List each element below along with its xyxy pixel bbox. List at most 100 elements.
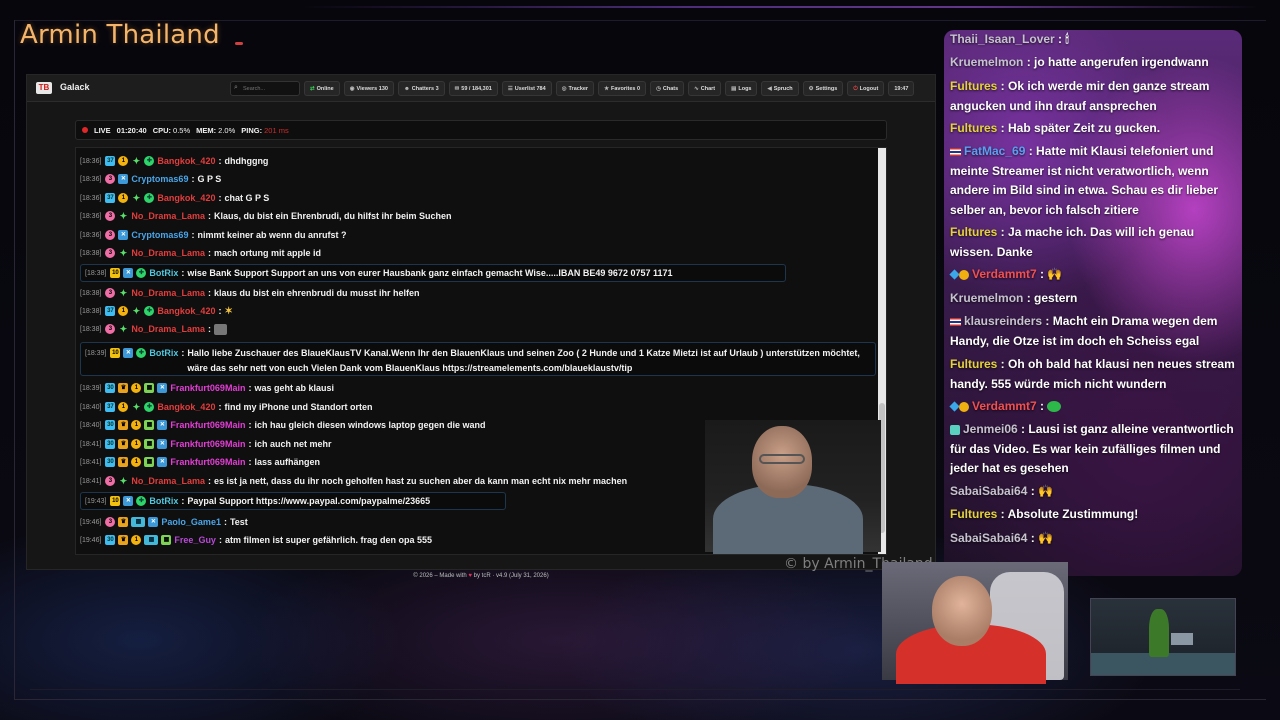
live-dot-icon (82, 127, 88, 133)
coin-icon (959, 401, 969, 412)
gift-badge-icon: ▦ (144, 383, 155, 393)
chat-message: [18:41] 30 ♛ 1 ▦ ✕ Frankfurt069Main: lass au… (80, 457, 320, 467)
timestamp: [18:38] (80, 307, 102, 315)
footer-text: by tcR · v4.9 (July 31, 2026) (473, 573, 549, 579)
overlay-username: Fultures (950, 225, 998, 239)
chat-text: lass aufhängen (254, 457, 320, 467)
chat-text: wise Bank Support Support an uns von eur… (187, 268, 673, 278)
brand-name[interactable]: Galack (60, 82, 90, 92)
tool-badge-icon: ✕ (118, 230, 129, 240)
timestamp: [18:36] (80, 175, 102, 183)
tool-badge-icon: ✕ (157, 439, 168, 449)
chat-message: [18:40] 30 ♛ 1 ▦ ✕ Frankfurt069Main: ich hau… (80, 420, 486, 430)
nav-chart[interactable]: ∿ Chart (688, 81, 722, 96)
nav-userlist[interactable]: ☰ Userlist 784 (501, 81, 552, 96)
nav-chatters[interactable]: ☻ Chatters 3 (397, 81, 445, 96)
brand-logo[interactable]: TB (36, 82, 52, 94)
timestamp: [18:38] (85, 269, 107, 277)
chat-username[interactable]: Bangkok_420 (157, 156, 215, 166)
tool-badge-icon: ✕ (157, 383, 168, 393)
chat-username[interactable]: Bangkok_420 (157, 402, 215, 412)
chat-message: [18:36] 3 ✕ Cryptomas69: G P S (80, 174, 222, 184)
coin-icon (959, 269, 969, 280)
overlay-message: Kruemelmon : jo hatte angerufen irgendwa… (950, 55, 1209, 69)
chat-username[interactable]: Frankfurt069Main (170, 420, 245, 430)
ping-label: PING: (241, 125, 263, 135)
sub-badge-icon: 30 (105, 439, 116, 449)
timestamp: [19:46] (80, 518, 102, 526)
crown-badge-icon: ♛ (118, 420, 129, 430)
sub-badge-icon: 37 (105, 193, 116, 203)
nav-viewers[interactable]: ◉ Viewers 130 (343, 81, 394, 96)
pink-badge-icon: 3 (105, 324, 116, 334)
chat-username[interactable]: No_Drama_Lama (131, 211, 205, 221)
chat-username[interactable]: No_Drama_Lama (131, 248, 205, 258)
chat-username[interactable]: Paolo_Game1 (161, 517, 221, 527)
chat-username[interactable]: Frankfurt069Main (170, 439, 245, 449)
chat-message: [18:38] 3 ✦ No_Drama_Lama: mach ortung mi… (80, 248, 321, 258)
nav-settings[interactable]: ⚙ Settings (802, 81, 844, 96)
chat-username[interactable]: Frankfurt069Main (170, 457, 245, 467)
nav-messages[interactable]: ✉ 59 / 184,301 (448, 81, 498, 96)
chat-username[interactable]: No_Drama_Lama (131, 324, 205, 334)
online-icon: ⇄ (310, 86, 315, 92)
webcam-klaus (705, 420, 881, 554)
gift-badge-icon: ▦ (144, 457, 155, 467)
timestamp: [18:41] (80, 477, 102, 485)
overlay-username: Verdammt7 (972, 267, 1037, 281)
search-input[interactable]: Search... (230, 81, 300, 96)
room-camera-thumbnail (1090, 598, 1236, 676)
overlay-message: Verdammt7 : 🙌 (949, 265, 1236, 285)
glasses-shape (759, 454, 805, 464)
nav-online[interactable]: ⇄ Online (304, 81, 340, 96)
pink-badge-icon: 3 (105, 476, 116, 486)
thai-flag-icon (950, 317, 961, 326)
overlay-message: Fultures : Ja mache ich. Das will ich ge… (950, 225, 1195, 259)
chat-username[interactable]: Bangkok_420 (157, 306, 215, 316)
chat-username[interactable]: Bangkok_420 (157, 193, 215, 203)
gem-icon (949, 401, 960, 412)
timestamp: [18:40] (80, 403, 102, 411)
nav-chats[interactable]: ◷ Chats (650, 81, 685, 96)
frog-emote-icon (1047, 401, 1062, 413)
footer: © 2026 – Made with ♥ by tcR · v4.9 (July… (27, 573, 935, 579)
chat-username[interactable]: No_Drama_Lama (131, 476, 205, 486)
chat-username[interactable]: No_Drama_Lama (131, 288, 205, 298)
chat-username[interactable]: BotRix (149, 496, 178, 506)
chat-username[interactable]: Cryptomas69 (131, 230, 188, 240)
nav-favorites[interactable]: ★ Favorites 0 (598, 81, 647, 96)
crown-badge-icon: ♛ (118, 517, 129, 527)
chat-username[interactable]: Frankfurt069Main (170, 383, 245, 393)
overlay-username: SabaiSabai64 (950, 484, 1028, 498)
chat-username[interactable]: BotRix (149, 346, 178, 361)
stream-title: Armin Thailand (20, 20, 220, 50)
nav-logs[interactable]: ▤ Logs (725, 81, 758, 96)
chat-message: [18:36] 37 1 ✦ ✚ Bangkok_420: dhdhggng (80, 156, 269, 166)
chat-username[interactable]: Cryptomas69 (131, 174, 188, 184)
chat-username[interactable]: BotRix (149, 268, 178, 278)
megaphone-icon: ◀ (767, 86, 772, 92)
coin-badge-icon: 1 (131, 457, 142, 467)
overlay-text: 🙌 (1038, 484, 1054, 498)
timestamp: [19:43] (85, 497, 107, 505)
overlay-message: Fultures : Hab später Zeit zu gucken. (950, 121, 1161, 135)
coin-badge-icon: 1 (118, 306, 129, 316)
gem-badge-icon: ✚ (136, 268, 147, 278)
ping-value: 201 ms (264, 125, 289, 135)
star-icon: ★ (604, 86, 610, 92)
nav-tracker[interactable]: ◎ Tracker (555, 81, 595, 96)
decor-line (300, 6, 1260, 8)
gem-badge-icon: ✚ (136, 496, 147, 506)
live-label: LIVE (94, 125, 111, 135)
coin-badge-icon: 1 (131, 383, 142, 393)
timestamp: [18:38] (80, 325, 102, 333)
nav-spruch[interactable]: ◀ Spruch (761, 81, 799, 96)
chat-username[interactable]: Free_Guy (174, 535, 216, 545)
timestamp: [18:40] (80, 421, 102, 429)
tool-badge-icon: ✕ (123, 496, 134, 506)
emote-icon: ✶ (224, 305, 233, 317)
clock-text: 19:47 (894, 86, 909, 92)
pink-badge-icon: 3 (105, 174, 116, 184)
nav-logout[interactable]: ⏻ Logout (847, 81, 885, 96)
tracker-icon: ◎ (561, 86, 567, 92)
